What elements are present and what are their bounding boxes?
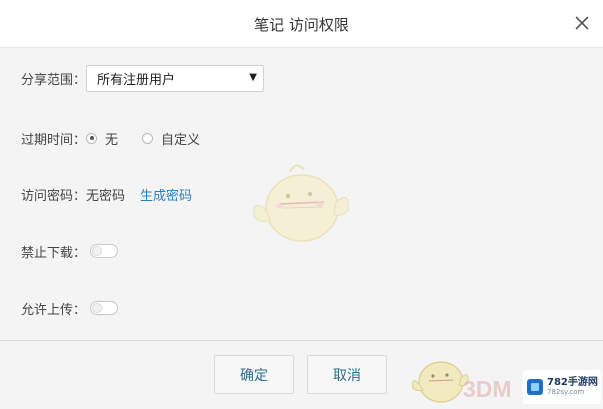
expiry-label: 过期时间： (21, 132, 87, 148)
mascot-watermark (253, 164, 349, 242)
expiry-none-radio[interactable] (86, 132, 97, 144)
cancel-button[interactable]: 取消 (307, 355, 387, 394)
mascot-small-watermark (412, 361, 469, 403)
dialog-footer: 确定 取消 (0, 340, 603, 409)
expiry-radio-group: 无 自定义 (86, 129, 224, 148)
expiry-none-label[interactable]: 无 (105, 129, 118, 148)
close-icon (575, 16, 589, 30)
password-label: 访问密码： (21, 188, 87, 204)
toggle-knob (92, 246, 102, 256)
share-scope-selected: 所有注册用户 (97, 72, 176, 88)
site-badge-text: 782手游网 782sy.com (547, 378, 598, 396)
expiry-custom-label[interactable]: 自定义 (161, 129, 200, 148)
expiry-row: 过期时间： 无 自定义 (21, 125, 224, 151)
access-permission-dialog: 笔记 访问权限 分享范围： 所有注册用户 ▼ 过期时间： 无 自定义 访问密码：… (0, 0, 603, 409)
site-badge: 782手游网 782sy.com (523, 370, 601, 404)
site-badge-name: 782手游网 (547, 377, 598, 389)
allow-upload-label: 允许上传： (21, 302, 87, 318)
confirm-button[interactable]: 确定 (214, 355, 294, 394)
dialog-title: 笔记 访问权限 (254, 16, 349, 34)
dropdown-arrow-icon: ▼ (249, 71, 257, 83)
watermark-text: 3DM (463, 376, 512, 402)
generate-password-link[interactable]: 生成密码 (140, 185, 192, 204)
dialog-header: 笔记 访问权限 (0, 0, 603, 48)
password-value: 无密码 (86, 188, 126, 204)
share-scope-label: 分享范围： (21, 72, 87, 88)
site-logo-icon (527, 379, 543, 395)
allow-upload-toggle[interactable] (90, 301, 118, 315)
toggle-knob (92, 303, 102, 313)
site-badge-url: 782sy.com (547, 387, 585, 396)
share-scope-select[interactable]: 所有注册用户 ▼ (86, 64, 264, 92)
expiry-custom-radio[interactable] (142, 132, 154, 144)
disable-download-row: 禁止下载： (21, 238, 118, 264)
password-row: 访问密码： 无密码 生成密码 (21, 181, 192, 207)
allow-upload-row: 允许上传： (21, 295, 118, 321)
disable-download-toggle[interactable] (90, 244, 118, 258)
close-button[interactable] (571, 12, 593, 34)
share-scope-row: 分享范围： 所有注册用户 ▼ (21, 64, 264, 92)
disable-download-label: 禁止下载： (21, 245, 87, 261)
